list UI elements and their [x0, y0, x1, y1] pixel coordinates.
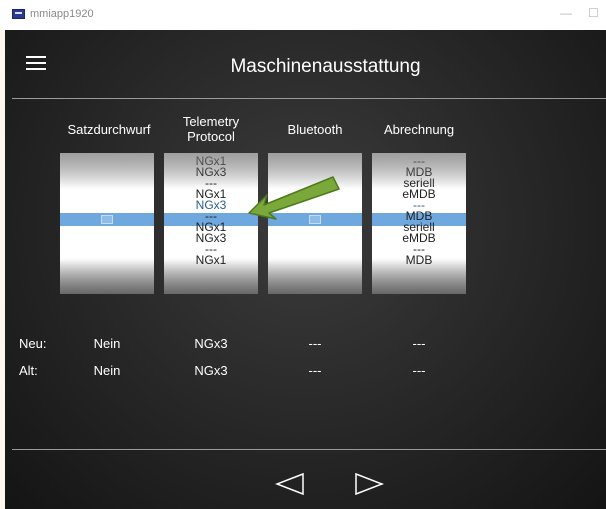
- column-label-telemetry-protocol: Telemetry Protocol: [164, 112, 258, 146]
- page-title: Maschinenausstattung: [230, 56, 421, 77]
- triangle-left-icon[interactable]: [275, 471, 305, 497]
- footer-divider: [12, 449, 606, 450]
- window-titlebar: mmiapp1920 — ☐: [0, 0, 606, 30]
- column-label-satzdurchwurf: Satzdurchwurf: [67, 121, 151, 137]
- header-divider: [12, 98, 606, 99]
- column-label-abrechnung: Abrechnung: [383, 121, 455, 137]
- minimize-button[interactable]: —: [560, 6, 572, 20]
- app-screen: Maschinenausstattung Satzdurchwurf Telem…: [5, 30, 606, 509]
- maximize-button[interactable]: ☐: [588, 6, 599, 20]
- alt-value-telemetry-protocol: NGx3: [194, 363, 228, 378]
- picker-selected-empty-box: [101, 215, 113, 224]
- neu-value-telemetry-protocol: NGx3: [194, 336, 228, 351]
- picker-satzdurchwurf[interactable]: [60, 153, 154, 294]
- picker-item[interactable]: NGx1: [164, 254, 258, 266]
- column-label-bluetooth: Bluetooth: [287, 121, 343, 137]
- row-label-neu: Neu:: [19, 336, 47, 351]
- window-title: mmiapp1920: [30, 8, 94, 20]
- annotation-arrow-icon: [248, 176, 340, 220]
- alt-value-bluetooth: ---: [308, 363, 322, 378]
- picker-abrechnung[interactable]: --- MDB seriell eMDB --- MDB seriell eMDB --- MDB: [372, 153, 466, 294]
- picker-telemetry-protocol[interactable]: NGx1 NGx3 --- NGx1 NGx3 --- NGx1 NGx3 --- NGx1: [164, 153, 258, 294]
- column-label-telemetry-protocol-text: Telemetry Protocol: [182, 114, 240, 144]
- neu-value-abrechnung: ---: [412, 336, 426, 351]
- neu-value-satzdurchwurf: Nein: [93, 336, 121, 351]
- triangle-right-icon[interactable]: [354, 471, 384, 497]
- row-label-alt: Alt:: [19, 363, 38, 378]
- app-icon: [12, 9, 25, 19]
- alt-value-satzdurchwurf: Nein: [93, 363, 121, 378]
- picker-item-list: NGx1 NGx3 --- NGx1 NGx3 --- NGx1 NGx3 --- NGx1: [164, 155, 258, 266]
- picker-item[interactable]: MDB: [372, 254, 466, 266]
- alt-value-abrechnung: ---: [412, 363, 426, 378]
- picker-item-list: --- MDB seriell eMDB --- MDB seriell eMDB --- MDB: [372, 155, 466, 266]
- neu-value-bluetooth: ---: [308, 336, 322, 351]
